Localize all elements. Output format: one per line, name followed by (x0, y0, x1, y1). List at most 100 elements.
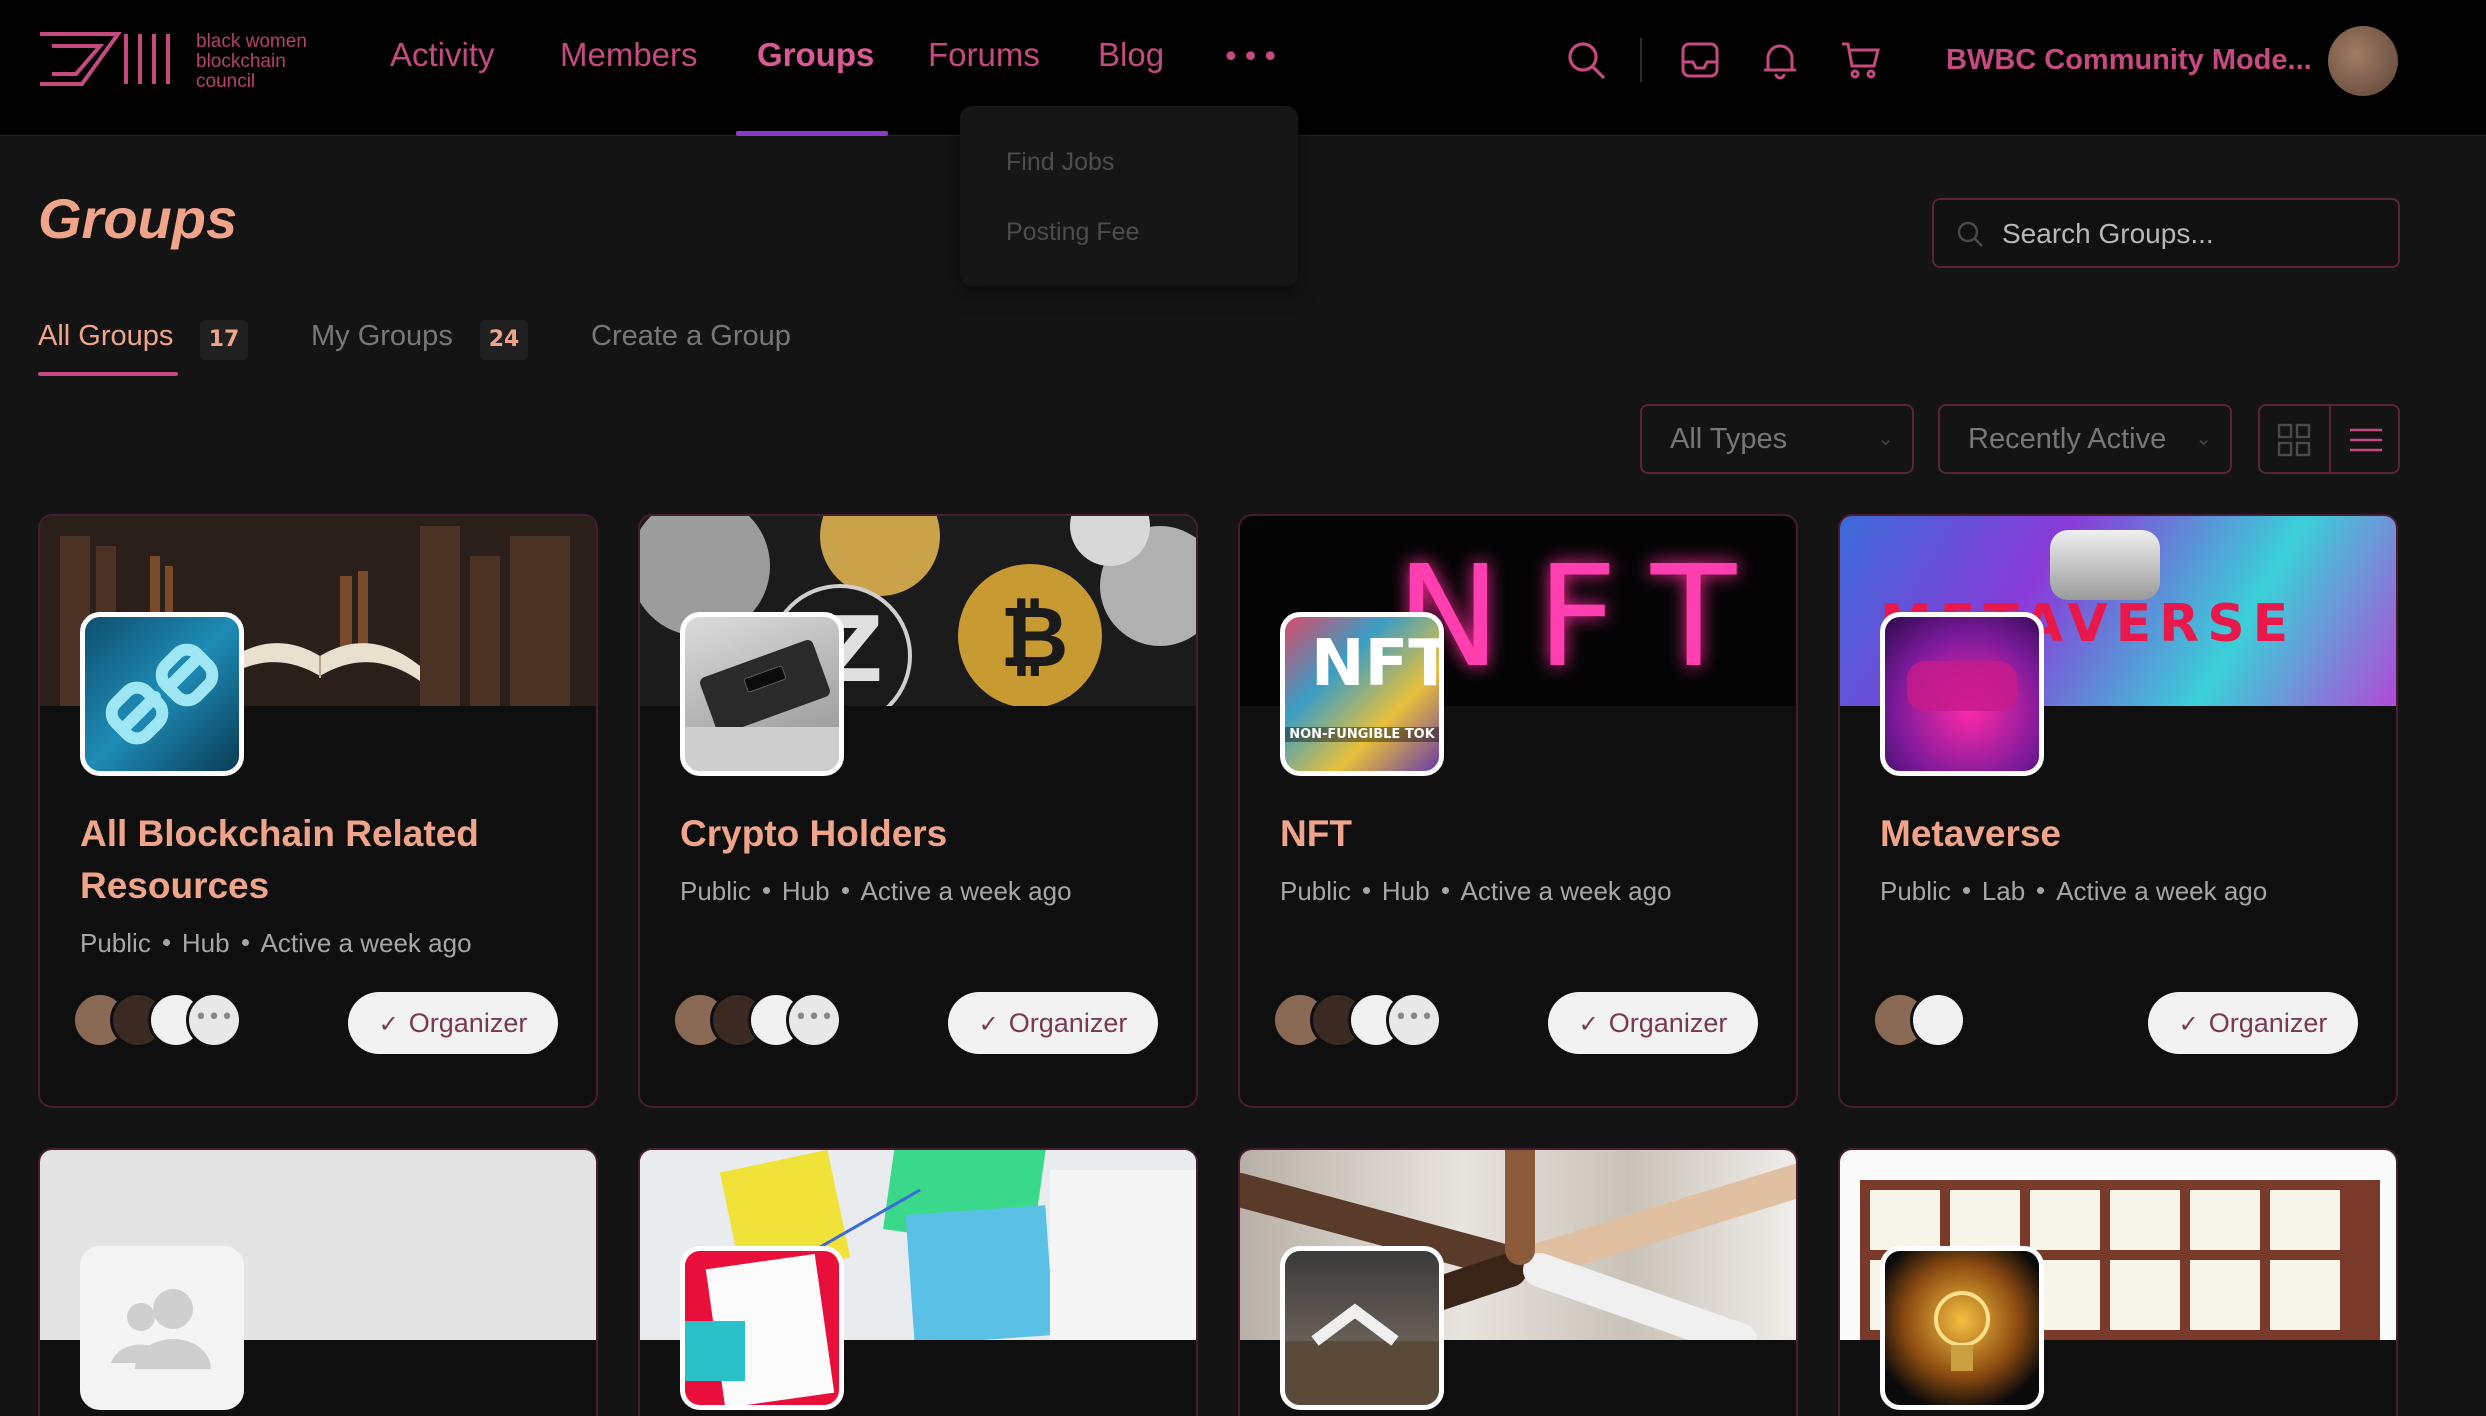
group-card[interactable] (38, 1148, 598, 1416)
check-icon: ✓ (978, 1011, 999, 1038)
inbox-icon[interactable] (1678, 38, 1722, 82)
group-card[interactable]: Z ₿ Crypto Holders Public Hub Active a wee… (638, 514, 1198, 1108)
toggle-separator (2329, 406, 2331, 472)
grid-view-icon[interactable] (2276, 422, 2312, 458)
group-type: Lab (1981, 876, 2026, 906)
meta-separator (2037, 887, 2045, 895)
group-avatar (80, 612, 244, 776)
logo-line: blockchain (196, 51, 286, 72)
search-icon (1957, 221, 1983, 247)
organizer-button[interactable]: ✓ Organizer (2148, 992, 2358, 1054)
nav-forums[interactable]: Forums (928, 36, 1040, 74)
group-placeholder-icon (111, 1289, 211, 1369)
more-members-icon[interactable]: ••• (186, 992, 242, 1048)
my-groups-count-badge: 24 (480, 320, 528, 360)
group-privacy: Public (80, 928, 151, 958)
meta-separator (1962, 887, 1970, 895)
group-avatar: NFT NON-FUNGIBLE TOK (1280, 612, 1444, 776)
search-icon[interactable] (1564, 38, 1608, 82)
site-logo[interactable]: black women blockchain council (38, 30, 328, 94)
view-toggle (2258, 404, 2400, 474)
group-title[interactable]: NFT (1280, 808, 1740, 860)
organizer-button[interactable]: ✓ Organizer (948, 992, 1158, 1054)
group-avatar (680, 1246, 844, 1410)
dropdown-item-find-jobs[interactable]: Find Jobs (1006, 148, 1114, 177)
search-groups-input[interactable] (2002, 212, 2382, 256)
tab-create-group[interactable]: Create a Group (591, 320, 791, 353)
organizer-label: Organizer (1608, 1008, 1728, 1038)
logo-wordmark: black women blockchain council (196, 32, 307, 92)
logo-line: black women (196, 31, 307, 52)
group-type-select[interactable]: All Types ⌄ (1640, 404, 1914, 474)
cart-icon[interactable] (1838, 38, 1882, 82)
organizer-label: Organizer (2208, 1008, 2328, 1038)
all-groups-count-badge: 17 (200, 320, 248, 360)
user-avatar[interactable] (2328, 26, 2398, 96)
meta-separator (1362, 887, 1370, 895)
nav-members[interactable]: Members (560, 36, 698, 74)
list-view-icon[interactable] (2348, 422, 2384, 458)
group-title[interactable]: Metaverse (1880, 808, 2340, 860)
nft-neon-title: NFT (1396, 536, 1773, 699)
group-card[interactable]: NFT NFT NON-FUNGIBLE TOK NFT Public Hub Ac… (1238, 514, 1798, 1108)
group-card[interactable] (1238, 1148, 1798, 1416)
more-members-icon[interactable]: ••• (1386, 992, 1442, 1048)
group-card[interactable]: All Blockchain Related Resources Public H… (38, 514, 598, 1108)
group-activity: Active a week ago (260, 928, 472, 958)
notification-bell-icon[interactable] (1758, 38, 1802, 82)
group-type: Hub (181, 928, 230, 958)
user-display-name[interactable]: BWBC Community Mode... (1946, 44, 2312, 77)
nft-thumb-subtitle: NON-FUNGIBLE TOK (1285, 727, 1439, 742)
group-sort-value: Recently Active (1968, 423, 2167, 455)
active-tab-indicator (38, 372, 178, 376)
tab-all-groups[interactable]: All Groups (38, 320, 173, 353)
check-icon: ✓ (2178, 1011, 2199, 1038)
group-avatar (1880, 612, 2044, 776)
meta-separator (162, 939, 170, 947)
group-meta: Public Hub Active a week ago (1280, 876, 1672, 907)
nav-more-dropdown: Find Jobs Posting Fee (960, 106, 1298, 286)
nav-blog[interactable]: Blog (1098, 36, 1164, 74)
group-sort-select[interactable]: Recently Active ⌄ (1938, 404, 2232, 474)
organizer-button[interactable]: ✓ Organizer (1548, 992, 1758, 1054)
meta-separator (241, 939, 249, 947)
group-type: Hub (781, 876, 830, 906)
group-meta: Public Hub Active a week ago (680, 876, 1072, 907)
organizer-label: Organizer (408, 1008, 528, 1038)
tab-my-groups[interactable]: My Groups (311, 320, 453, 353)
group-type: Hub (1381, 876, 1430, 906)
organizer-label: Organizer (1008, 1008, 1128, 1038)
nav-more-button[interactable]: ••• (1222, 40, 1281, 75)
bwbc-logo-mark (40, 32, 170, 86)
chevron-down-icon: ⌄ (2195, 428, 2212, 450)
dropdown-item-posting-fee[interactable]: Posting Fee (1006, 218, 1139, 247)
group-card[interactable]: METAVERSE Metaverse Public Lab Active a we… (1838, 514, 2398, 1108)
more-members-icon[interactable]: ••• (786, 992, 842, 1048)
group-title[interactable]: Crypto Holders (680, 808, 1140, 860)
logo-line: council (196, 71, 256, 92)
group-activity: Active a week ago (2056, 876, 2268, 906)
meta-separator (762, 887, 770, 895)
vr-headset-art (2050, 530, 2160, 600)
group-card[interactable] (638, 1148, 1198, 1416)
member-avatar[interactable] (1910, 992, 1966, 1048)
organizer-button[interactable]: ✓ Organizer (348, 992, 558, 1054)
group-meta: Public Hub Active a week ago (80, 928, 472, 959)
svg-text:₿: ₿ (1000, 588, 1068, 686)
check-icon: ✓ (1578, 1011, 1599, 1038)
meta-separator (1441, 887, 1449, 895)
group-avatar (1880, 1246, 2044, 1410)
nav-groups[interactable]: Groups (757, 36, 874, 74)
group-card[interactable] (1838, 1148, 2398, 1416)
group-search[interactable] (1932, 198, 2400, 268)
group-privacy: Public (1880, 876, 1951, 906)
group-avatar (80, 1246, 244, 1410)
group-avatar (680, 612, 844, 776)
group-privacy: Public (1280, 876, 1351, 906)
active-nav-indicator (736, 131, 888, 136)
nav-activity[interactable]: Activity (390, 36, 495, 74)
chevron-down-icon: ⌄ (1877, 428, 1894, 450)
meta-separator (841, 887, 849, 895)
group-activity: Active a week ago (1460, 876, 1672, 906)
group-title[interactable]: All Blockchain Related Resources (80, 808, 540, 912)
